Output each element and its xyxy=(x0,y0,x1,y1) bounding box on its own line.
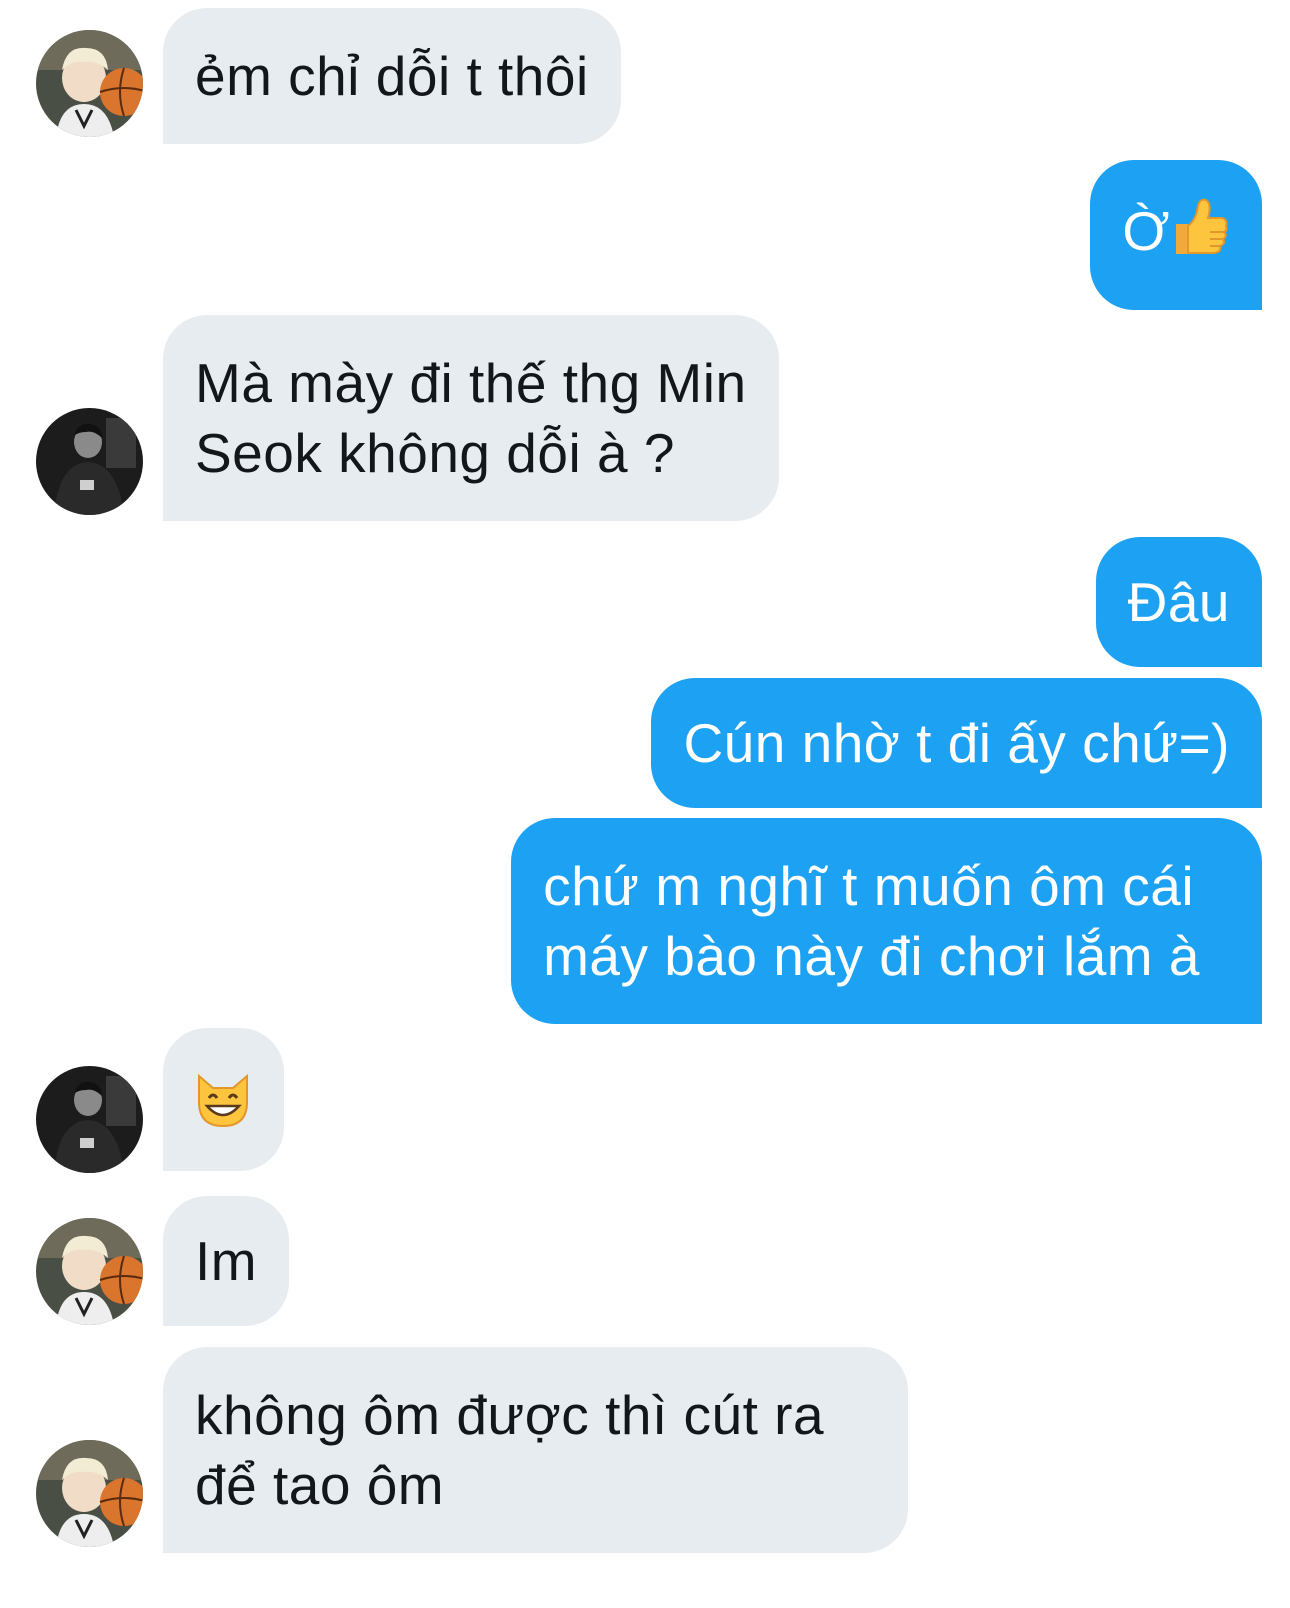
message-bubble-incoming[interactable]: không ôm được thì cút ra để tao ôm xyxy=(163,1347,909,1553)
message-bubble-incoming[interactable] xyxy=(163,1028,284,1171)
message-bubble-outgoing[interactable]: Cún nhờ t đi ấy chứ=) xyxy=(651,678,1262,808)
avatar-dark-user[interactable] xyxy=(36,1066,143,1173)
avatar-blonde-user[interactable] xyxy=(36,30,143,137)
message-text: Cún nhờ t đi ấy chứ=) xyxy=(683,712,1230,774)
message-text: Ờ xyxy=(1122,200,1170,262)
message-text-line: chứ m nghĩ t muốn ôm cái xyxy=(543,855,1195,917)
avatar-blonde-user[interactable] xyxy=(36,1218,143,1325)
message-bubble-outgoing[interactable]: Đâu xyxy=(1095,537,1262,667)
grinning-cat-icon xyxy=(193,1072,253,1146)
message-bubble-incoming[interactable]: ẻm chỉ dỗi t thôi xyxy=(163,8,621,144)
message-bubble-incoming[interactable]: Mà mày đi thế thg Min Seok không dỗi à ? xyxy=(163,315,779,521)
message-text-line: máy bào này đi chơi lắm à xyxy=(543,925,1200,987)
message-text: ẻm chỉ dỗi t thôi xyxy=(195,45,589,107)
avatar-blonde-user[interactable] xyxy=(36,1440,143,1547)
message-text-line: Mà mày đi thế thg Min xyxy=(195,352,747,414)
thumbs-up-icon xyxy=(1170,196,1230,274)
message-bubble-incoming[interactable]: Im xyxy=(163,1196,290,1326)
message-text-line: không ôm được thì cút ra xyxy=(195,1384,825,1446)
message-text-line: để tao ôm xyxy=(195,1454,445,1516)
avatar-dark-user[interactable] xyxy=(36,408,143,515)
message-text-line: Seok không dỗi à ? xyxy=(195,422,675,484)
message-text: Đâu xyxy=(1127,571,1230,633)
message-text: Im xyxy=(195,1230,258,1292)
message-bubble-outgoing[interactable]: Ờ xyxy=(1090,160,1262,311)
message-bubble-outgoing[interactable]: chứ m nghĩ t muốn ôm cái máy bào này đi … xyxy=(511,818,1262,1024)
